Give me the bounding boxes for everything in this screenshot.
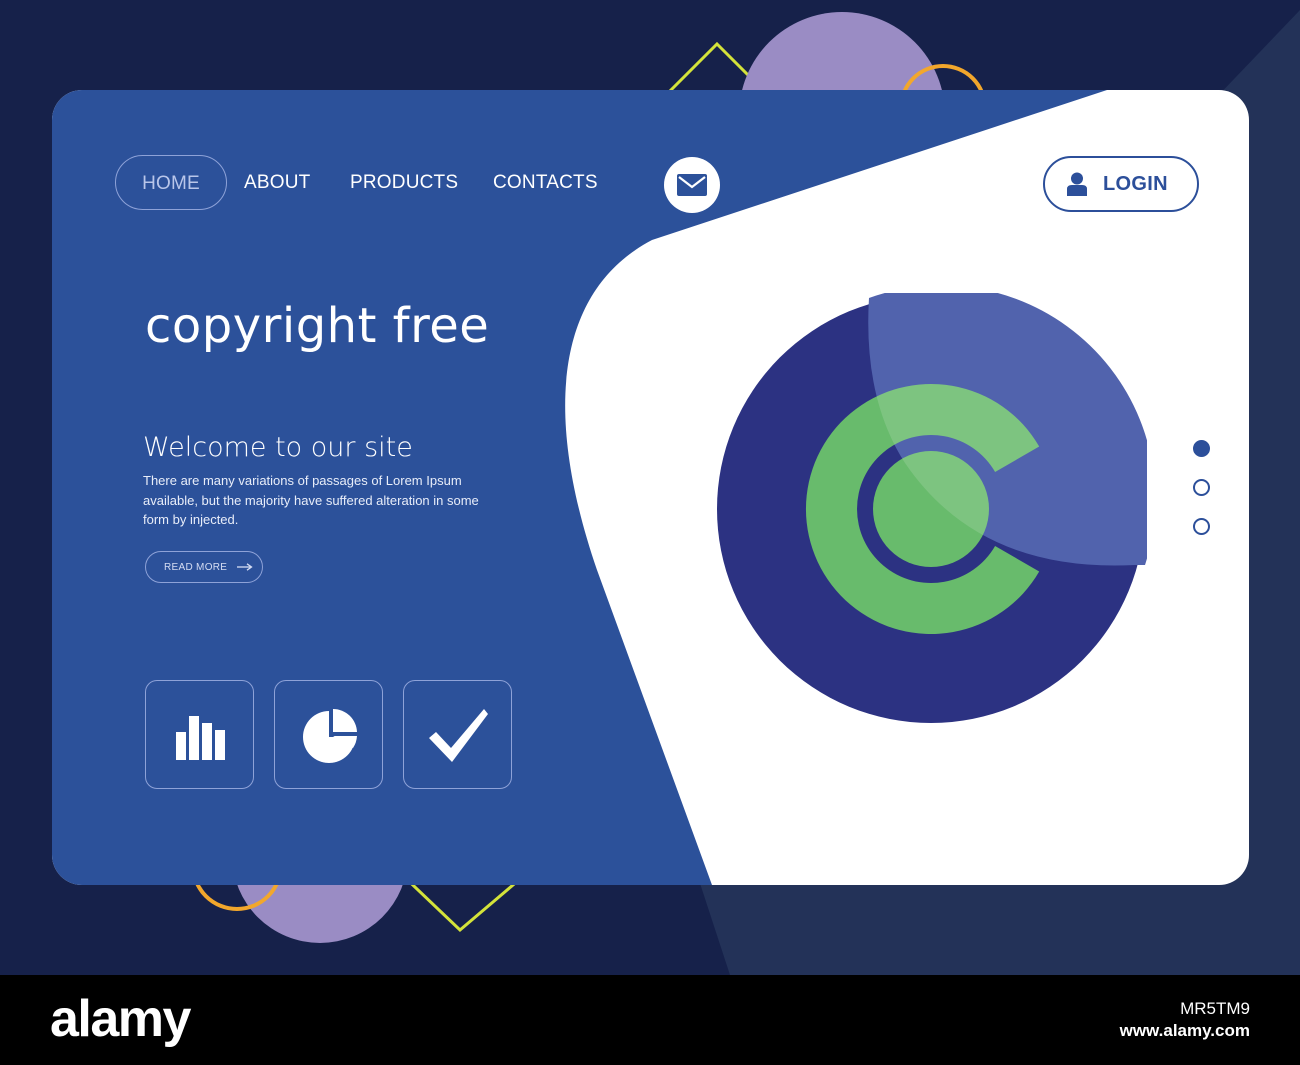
arrow-right-icon [237,563,253,571]
welcome-heading: Welcome to our site [143,432,413,463]
hero-description: There are many variations of passages of… [143,473,479,527]
feature-box-reports[interactable] [274,680,383,789]
user-icon [1067,172,1087,196]
image-id: MR5TM9 [1180,999,1250,1018]
watermark-footer: alamy MR5TM9 www.alamy.com [0,975,1300,1065]
slider-dot-1[interactable] [1193,440,1210,457]
login-label: LOGIN [1103,172,1168,195]
feature-box-approve[interactable] [403,680,512,789]
envelope-icon [677,174,707,196]
checkmark-icon [428,708,488,762]
bar-chart-icon [175,715,225,760]
landing-card: HOME ABOUT PRODUCTS CONTACTS LOGIN copyr… [52,90,1249,885]
alamy-logo: alamy [50,990,191,1048]
login-button[interactable]: LOGIN [1043,156,1199,212]
feature-box-stats[interactable] [145,680,254,789]
pie-chart-icon [302,708,357,763]
nav-contacts[interactable]: CONTACTS [493,155,598,210]
hero-title: copyright free [145,298,490,354]
read-more-button[interactable]: READ MORE [145,551,263,583]
nav-about[interactable]: ABOUT [244,155,310,210]
read-more-label: READ MORE [164,561,228,573]
mail-button[interactable] [664,157,720,213]
nav-products[interactable]: PRODUCTS [350,155,458,210]
nav-home[interactable]: HOME [115,155,227,210]
slider-dot-2[interactable] [1193,479,1210,496]
slider-dot-3[interactable] [1193,518,1210,535]
footer-url: www.alamy.com [1119,1021,1250,1040]
copyright-symbol-icon [717,293,1147,723]
